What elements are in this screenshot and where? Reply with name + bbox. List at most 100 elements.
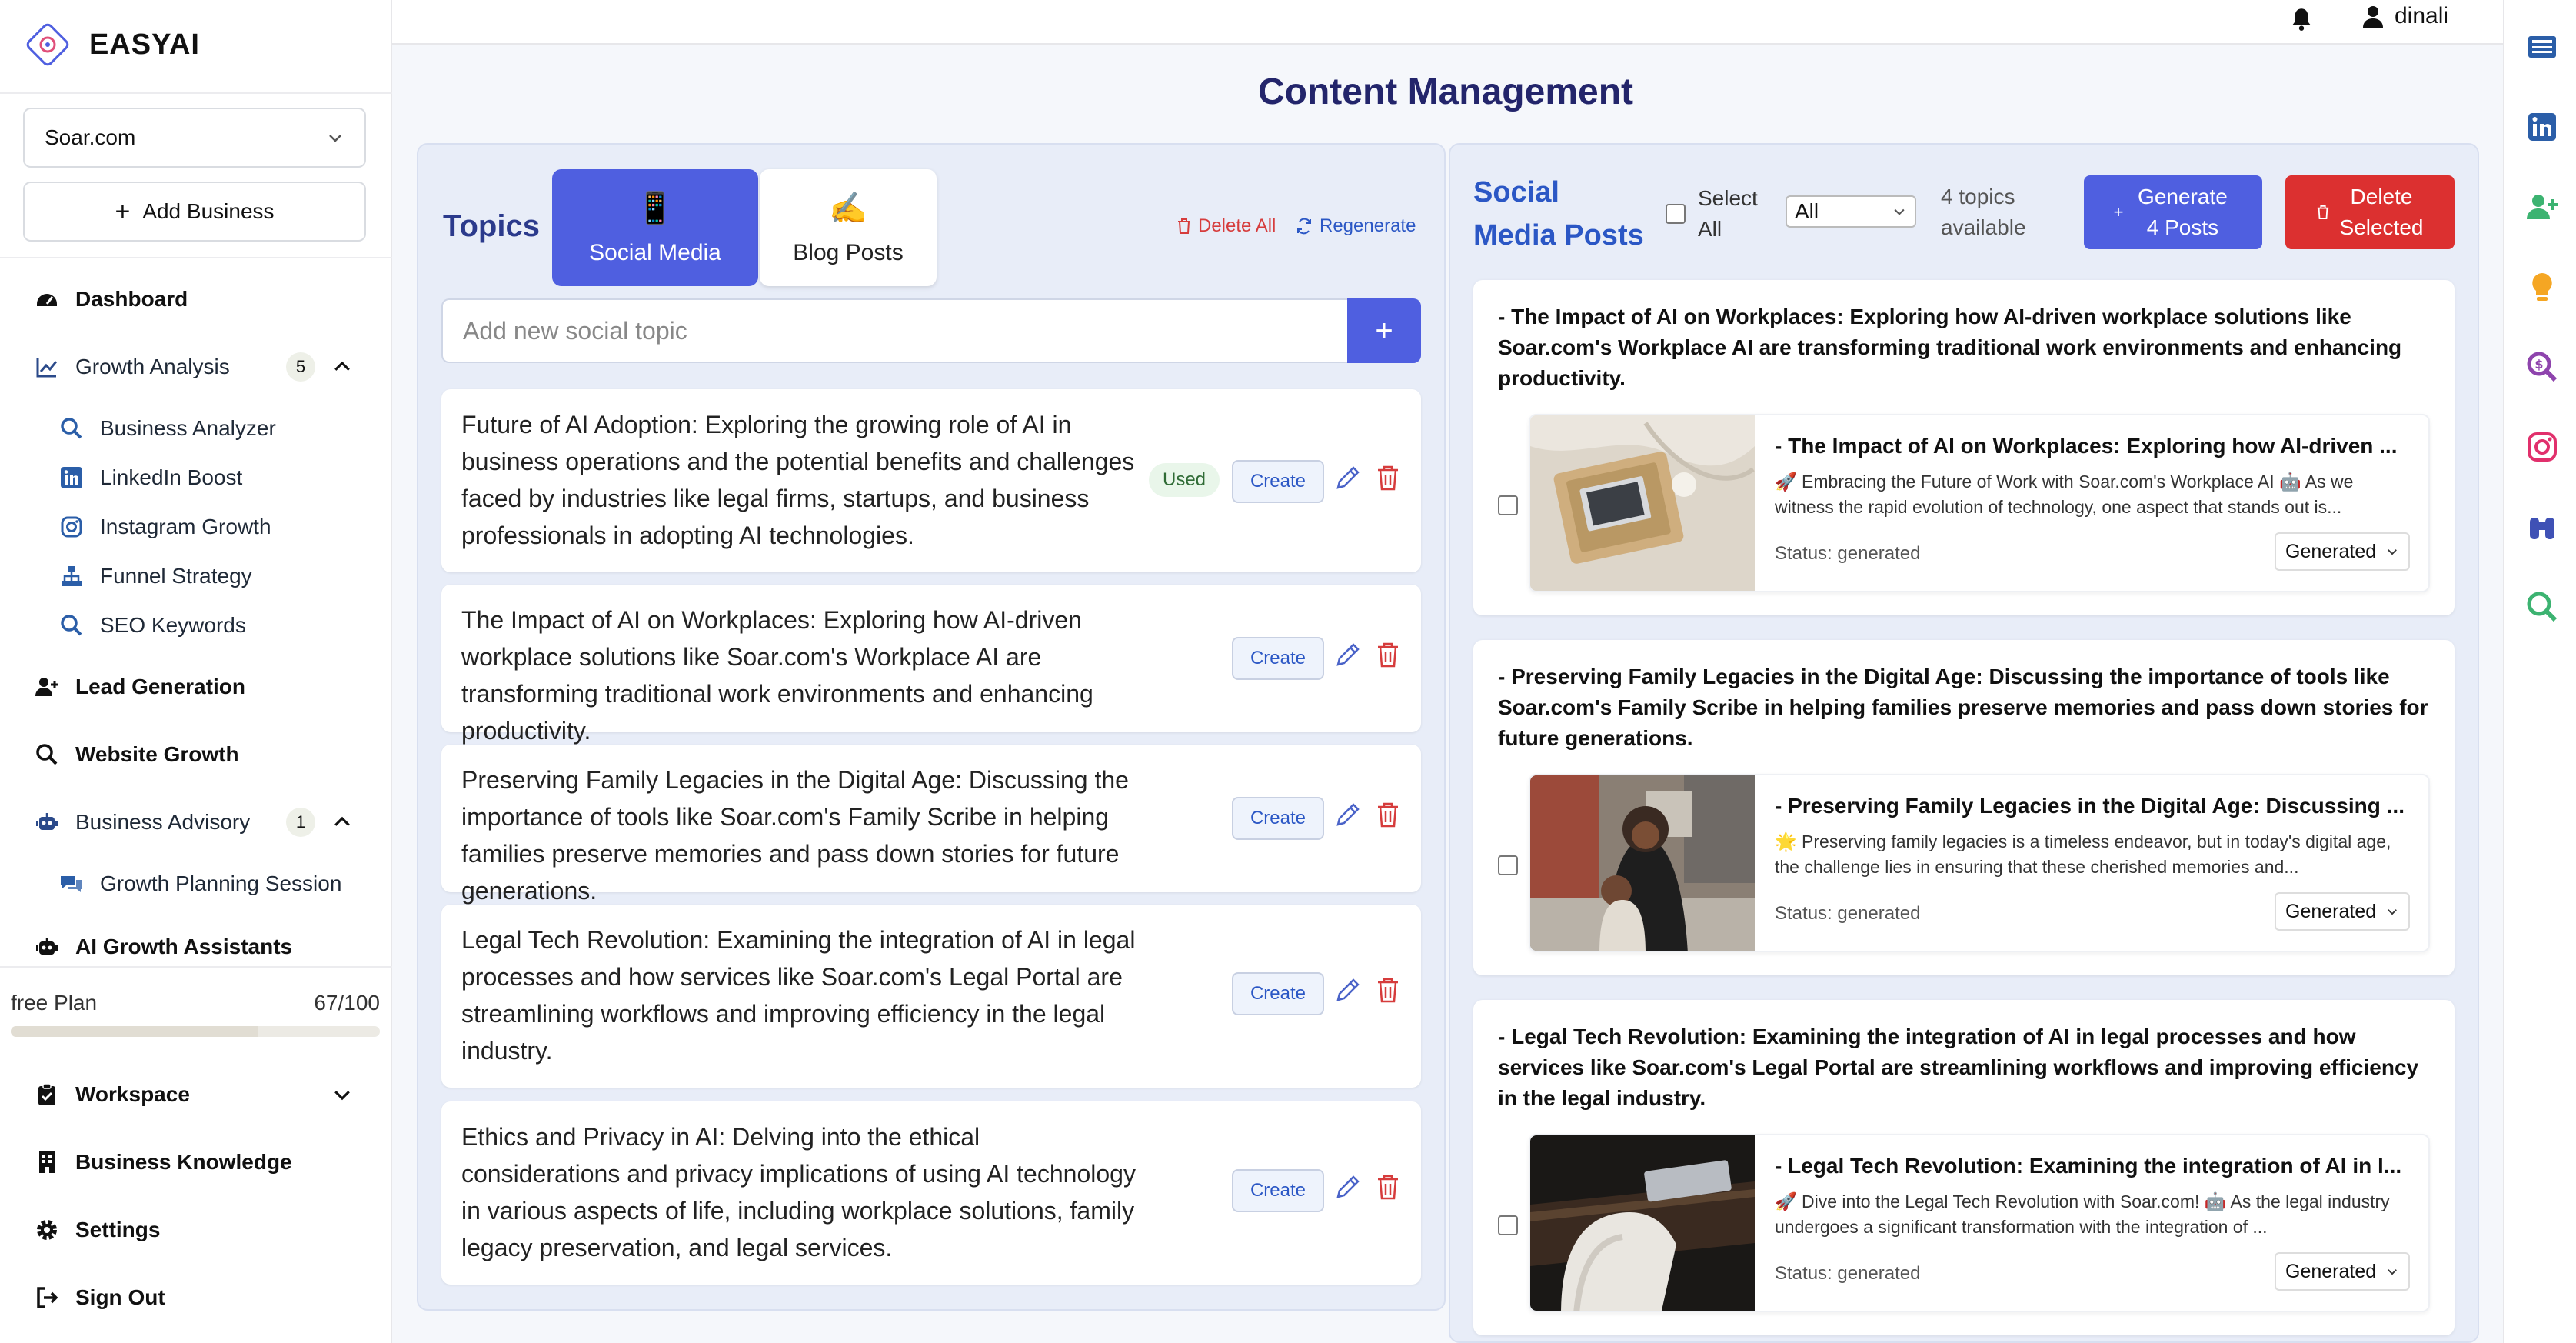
add-topic-button[interactable]: + [1347,298,1421,363]
nav-growth-analysis[interactable]: Growth Analysis [34,354,230,380]
chevron-up-icon[interactable] [331,355,354,378]
delete-all-button[interactable]: Delete All [1177,215,1276,237]
select-all[interactable]: Select All [1666,183,1767,245]
create-button[interactable]: Create [1232,1169,1324,1212]
add-topic-input[interactable]: Add new social topic [441,298,1347,363]
pencil-icon[interactable] [1333,640,1363,669]
divider [0,966,392,968]
nav-label: Growth Analysis [75,355,230,378]
nav-business-knowledge[interactable]: Business Knowledge [34,1149,292,1175]
filter-value: All [1795,199,1819,223]
right-tool-bar: $ [2503,0,2576,1343]
tab-blog-posts[interactable]: ✍️ Blog Posts [760,169,937,286]
search-dollar-icon[interactable]: $ [2524,349,2560,385]
delete-selected-button[interactable]: Delete Selected [2285,175,2455,249]
post-status-select[interactable]: Generated [2275,532,2410,571]
trash-icon[interactable] [1373,463,1403,492]
post-checkbox[interactable] [1498,495,1518,515]
trash-icon[interactable] [1373,1172,1403,1201]
user-plus-icon[interactable] [2524,189,2560,225]
phone-icon: 📱 [636,191,674,225]
create-button[interactable]: Create [1232,460,1324,503]
create-button[interactable]: Create [1232,797,1324,840]
post-checkbox[interactable] [1498,1215,1518,1235]
app-logo[interactable]: EASYAI [23,20,200,69]
add-business-button[interactable]: + Add Business [23,182,366,242]
logo-icon [26,23,69,66]
nav-sign-out[interactable]: Sign Out [34,1285,165,1311]
post-checkbox[interactable] [1498,855,1518,875]
topic-card: Future of AI Adoption: Exploring the gro… [441,389,1421,572]
post-group: - Preserving Family Legacies in the Digi… [1473,640,2455,975]
chevron-up-icon[interactable] [331,811,354,834]
nav-ai-growth-assistants[interactable]: AI Growth Assistants [34,934,292,960]
status-value: Generated [2285,1260,2377,1282]
tab-social-media[interactable]: 📱 Social Media [552,169,758,286]
nav-funnel-strategy[interactable]: Funnel Strategy [58,563,252,589]
trash-icon[interactable] [1373,800,1403,829]
nav-label: Settings [75,1218,161,1241]
post-card[interactable]: - The Impact of AI on Workplaces: Explor… [1529,414,2430,592]
post-title: - The Impact of AI on Workplaces: Explor… [1775,434,2398,458]
nav-business-advisory[interactable]: Business Advisory [34,809,250,835]
plan-label: free Plan [11,991,98,1015]
plus-icon: + [2113,202,2124,222]
select-all-checkbox[interactable] [1666,204,1686,224]
status-filter-select[interactable]: All [1786,195,1916,228]
trash-icon [1178,218,1190,234]
trash-icon[interactable] [1373,975,1403,1005]
svg-text:$: $ [2534,357,2543,372]
nav-linkedin-boost[interactable]: LinkedIn Boost [58,465,242,491]
nav-label: Funnel Strategy [100,564,252,588]
nav-lead-generation[interactable]: Lead Generation [34,674,245,700]
plan-progress-bar [11,1026,380,1037]
post-body: 🚀 Dive into the Legal Tech Revolution wi… [1775,1191,2390,1237]
pencil-icon[interactable] [1333,800,1363,829]
user-menu[interactable]: dinali [2361,3,2448,29]
pencil-icon[interactable] [1333,463,1363,492]
regenerate-button[interactable]: Regenerate [1295,215,1416,237]
trash-icon[interactable] [1373,640,1403,669]
nav-seo-keywords[interactable]: SEO Keywords [58,612,246,638]
post-card[interactable]: - Preserving Family Legacies in the Digi… [1529,774,2430,952]
search-icon [58,415,85,442]
post-status: Status: generated [1775,903,1921,924]
generate-posts-button[interactable]: + Generate 4 Posts [2084,175,2262,249]
sign-out-icon [34,1285,60,1311]
search-icon[interactable] [2524,589,2560,625]
topic-card: Preserving Family Legacies in the Digita… [441,745,1421,905]
nav-website-growth[interactable]: Website Growth [34,741,239,768]
create-button[interactable]: Create [1232,972,1324,1015]
post-card[interactable]: - Legal Tech Revolution: Examining the i… [1529,1134,2430,1312]
post-status-select[interactable]: Generated [2275,892,2410,931]
nav-growth-planning-session[interactable]: Growth Planning Session [58,871,341,897]
add-topic-row: Add new social topic + [441,298,1421,363]
linkedin-icon [58,465,85,491]
top-bar [392,0,2503,45]
nav-business-analyzer[interactable]: Business Analyzer [58,415,276,442]
chevron-down-icon [1894,208,1905,215]
lightbulb-icon[interactable] [2524,269,2560,305]
chevron-down-icon[interactable] [331,1083,354,1106]
nav-workspace[interactable]: Workspace [34,1081,190,1108]
pencil-icon[interactable] [1333,1172,1363,1201]
nav-instagram-growth[interactable]: Instagram Growth [58,514,271,540]
topic-card: Legal Tech Revolution: Examining the int… [441,905,1421,1088]
instagram-icon[interactable] [2524,429,2560,465]
newspaper-icon[interactable] [2524,29,2560,65]
post-status-select[interactable]: Generated [2275,1252,2410,1291]
divider [0,257,392,258]
create-button[interactable]: Create [1232,637,1324,680]
linkedin-icon[interactable] [2524,109,2560,145]
pencil-icon[interactable] [1333,975,1363,1005]
refresh-icon [1297,218,1311,235]
bell-icon[interactable] [2288,6,2315,32]
nav-dashboard[interactable]: Dashboard [34,286,188,312]
topic-card: The Impact of AI on Workplaces: Explorin… [441,585,1421,745]
nav-settings[interactable]: Settings [34,1217,160,1243]
topics-available-count: 4 topics available [1941,185,2026,239]
status-value: Generated [2285,900,2377,922]
regenerate-label: Regenerate [1320,215,1416,236]
business-select[interactable]: Soar.com [23,108,366,168]
binoculars-icon[interactable] [2524,509,2560,545]
